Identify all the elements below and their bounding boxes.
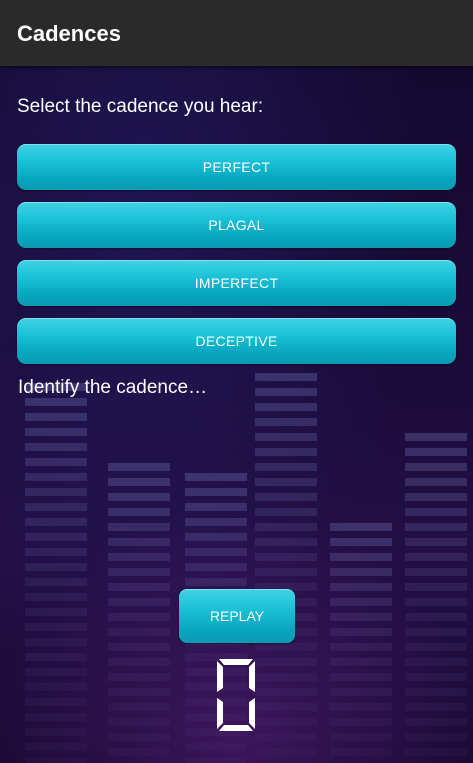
app-bar: Cadences (0, 0, 473, 66)
deceptive-button[interactable]: DECEPTIVE (17, 318, 456, 364)
seven-seg-c (249, 698, 255, 729)
seven-seg-d (219, 725, 253, 731)
imperfect-button[interactable]: IMPERFECT (17, 260, 456, 306)
seven-seg-b (249, 661, 255, 692)
seven-seg-f (217, 661, 223, 692)
perfect-button[interactable]: PERFECT (17, 144, 456, 190)
replay-button[interactable]: REPLAY (179, 589, 295, 643)
seven-seg-e (217, 698, 223, 729)
main-content: Select the cadence you hear: PERFECT PLA… (0, 66, 473, 763)
score-value: 0 (236, 695, 237, 697)
prompt-text: Select the cadence you hear: (17, 96, 264, 117)
app-title: Cadences (17, 21, 121, 46)
seven-seg-a (219, 659, 253, 665)
plagal-button[interactable]: PLAGAL (17, 202, 456, 248)
score-display: 0 (217, 659, 255, 731)
status-text: Identify the cadence… (18, 377, 208, 398)
